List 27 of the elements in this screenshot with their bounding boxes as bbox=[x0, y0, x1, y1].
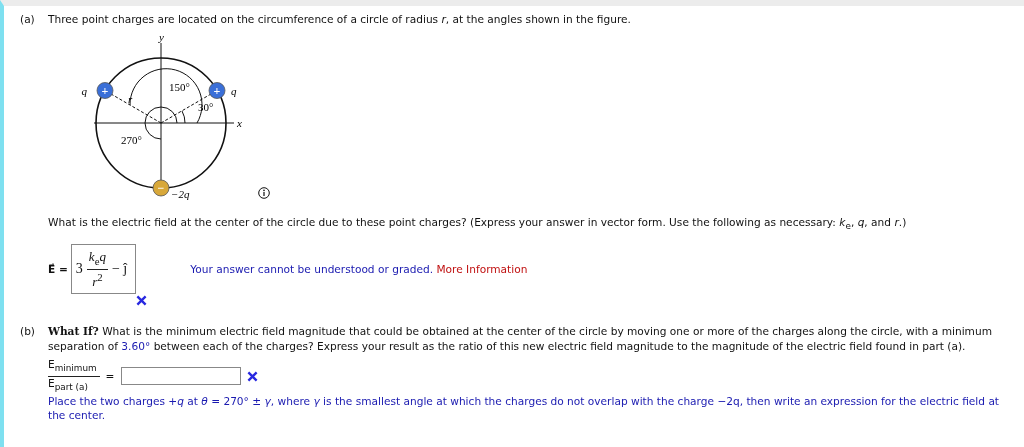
axis-label: y bbox=[159, 33, 164, 43]
answer-field[interactable] bbox=[120, 367, 241, 386]
answer-field[interactable]: 3 k$_{e}$q r$^{2}$ − ĵ bbox=[70, 244, 137, 295]
part-label: (a) bbox=[20, 12, 36, 27]
hint-text: Place the two charges +q at θ = 270° ± γ, where γ is the smallest angle at which the charges do not overlap with the charge −2q, then write an expression for the electric field at the center. bbox=[48, 394, 1001, 423]
charge-label: −2q bbox=[171, 188, 190, 200]
charge-label: q bbox=[231, 85, 237, 97]
info-icon[interactable] bbox=[258, 187, 270, 199]
charge-ball: + bbox=[208, 82, 226, 99]
charge-ball: − bbox=[152, 179, 170, 197]
question-text: What If? What is the minimum electric field magnitude that could be obtained at the center of the circle by moving one or more of the charges along the circle, with a minimum separation of 3.60° between each of the charges? Express your result as the ratio of this new electric field magnitude to the magnitude of the electric field found in part (a). bbox=[48, 324, 993, 355]
charge-ball: + bbox=[96, 82, 114, 99]
angle-label: 270° bbox=[121, 134, 142, 146]
equals-sign: = bbox=[105, 370, 115, 383]
field-symbol: E⃗ = bbox=[48, 263, 68, 276]
feedback-text: Your answer cannot be understood or graded. More Information bbox=[190, 263, 528, 276]
angle-label: 150° bbox=[169, 81, 190, 93]
radius-label: r bbox=[128, 93, 133, 105]
intro-text: Three point charges are located on the circumference of a circle of radius r, at the angles shown in the figure. bbox=[48, 12, 632, 27]
question-text: What is the electric field at the center of the circle due to these point charges? (Express your answer in vector form. Use the following as necessary: k$_{e}$, q, and r.) bbox=[48, 215, 908, 234]
more-info-link[interactable]: More Information bbox=[436, 263, 528, 276]
part-label: (b) bbox=[20, 324, 36, 340]
axis-label: x bbox=[237, 117, 242, 129]
ratio-fraction: E$_{minimum}$ E$_{part (a)}$ bbox=[48, 358, 100, 395]
charge-label: q bbox=[81, 85, 87, 97]
angle-label: 30° bbox=[198, 101, 214, 113]
given-value: 3.60° bbox=[121, 340, 151, 353]
